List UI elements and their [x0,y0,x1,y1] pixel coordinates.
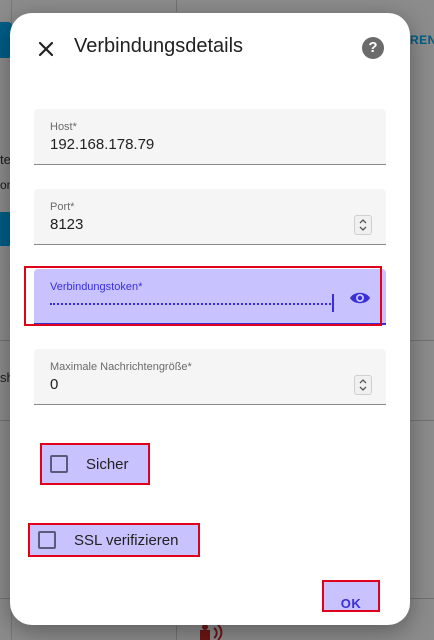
secure-checkbox-row[interactable]: Sicher [40,443,150,485]
port-value[interactable]: 8123 [50,216,83,233]
dialog-header: Verbindungsdetails ? [10,13,410,83]
max-message-size-stepper[interactable] [354,375,372,395]
max-message-size-field[interactable]: Maximale Nachrichtengröße* 0 [34,349,386,405]
stepper-arrows-icon [359,379,367,391]
verify-ssl-label: SSL verifizieren [74,531,179,549]
max-message-size-value[interactable]: 0 [50,376,58,393]
highlight-outline [24,266,382,326]
secure-label: Sicher [86,455,129,473]
secure-checkbox[interactable] [50,455,68,473]
port-field[interactable]: Port* 8123 [34,189,386,245]
port-stepper[interactable] [354,215,372,235]
port-label: Port* [50,201,75,213]
host-value[interactable]: 192.168.178.79 [50,136,154,153]
help-icon[interactable]: ? [362,37,384,59]
host-label: Host* [50,121,77,133]
max-message-size-label: Maximale Nachrichtengröße* [50,361,192,373]
close-button[interactable] [32,35,60,63]
verify-ssl-checkbox-row[interactable]: SSL verifizieren [28,523,200,557]
dialog-title: Verbindungsdetails [74,35,244,57]
close-icon [38,41,54,57]
verify-ssl-checkbox[interactable] [38,531,56,549]
stepper-arrows-icon [359,219,367,231]
ok-button[interactable]: OK [322,580,380,612]
host-field[interactable]: Host* 192.168.178.79 [34,109,386,165]
connection-details-dialog: Verbindungsdetails ? Host* 192.168.178.7… [10,13,410,625]
